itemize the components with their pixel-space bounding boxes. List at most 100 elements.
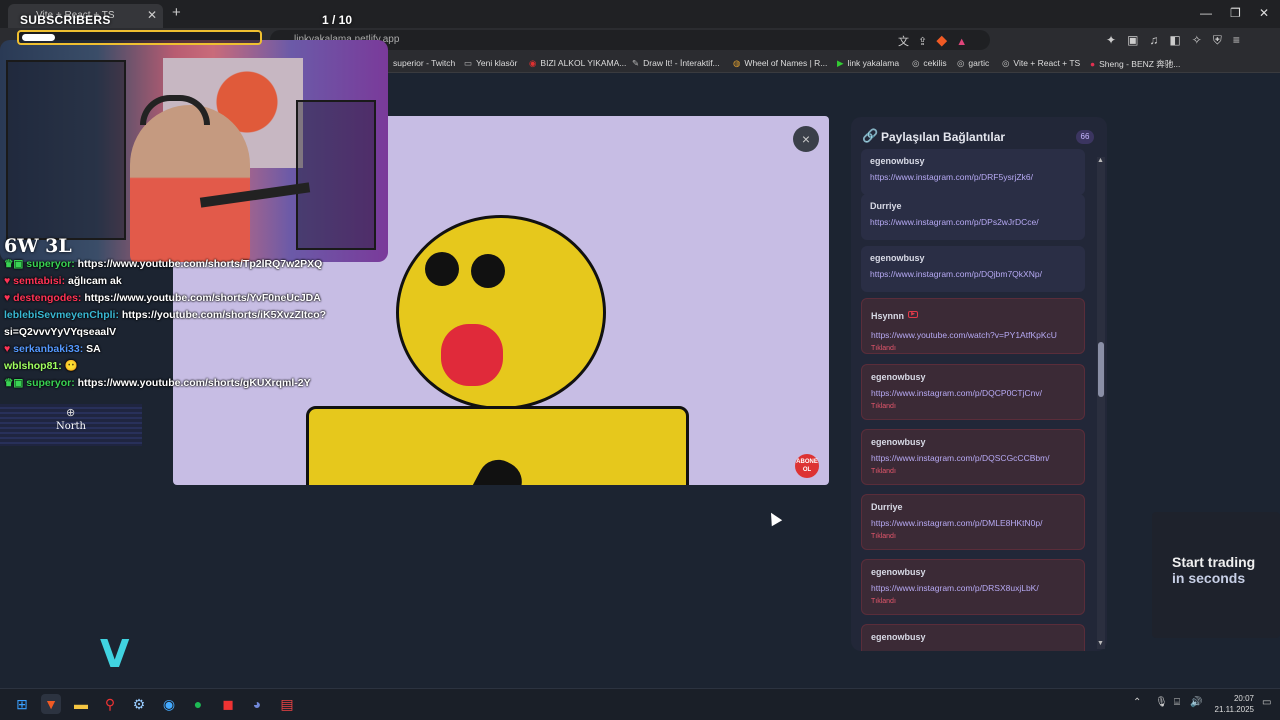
wallet-icon[interactable]: ▣ (1127, 33, 1149, 47)
vpn-icon[interactable]: ⛨ (1213, 33, 1233, 47)
shared-link-user: egenowbusy (871, 437, 926, 447)
shared-link-url[interactable]: https://www.instagram.com/p/DQSCGcCCBbm/ (871, 453, 1084, 463)
ad-line-2: in seconds (1172, 570, 1246, 586)
chat-message: ♥ destengodes: https://www.youtube.com/s… (4, 292, 321, 304)
windows-start-icon[interactable]: ⊞ (12, 694, 32, 714)
bookmark-item[interactable]: ● Sheng - BENZ 奔驰... (1090, 58, 1180, 70)
shared-link-item[interactable]: egenowbusy https://www.instagram.com/p/DR… (861, 559, 1085, 615)
bookmark-icon: ✎ (632, 58, 640, 68)
clicked-status-label: Tıklandı (871, 345, 896, 352)
shared-link-item[interactable]: egenowbusy https://www.instagram.com/p/DQ… (861, 364, 1085, 420)
microphone-icon[interactable]: 🎙 (1155, 697, 1168, 708)
mouse-cursor-icon (765, 509, 783, 527)
bookmark-item[interactable]: ◍ Wheel of Names | R... (733, 58, 827, 69)
shared-link-user: egenowbusy (871, 372, 926, 382)
cartoon-mouth (441, 324, 503, 386)
shared-link-url[interactable]: https://www.instagram.com/p/DPs2wJrDCce/ (870, 217, 1085, 227)
brave-shield-icon[interactable]: ◆ (936, 36, 956, 48)
ad-line-1: Start trading (1172, 554, 1256, 570)
share-icon[interactable]: ⇪ (918, 36, 936, 48)
shared-link-url[interactable]: https://www.instagram.com/p/DRSX8uxjLbK/ (871, 583, 1084, 593)
bookmark-item[interactable]: ◉ BIZI ALKOL YIKAMA... (529, 58, 626, 69)
shared-link-url[interactable]: https://www.youtube.com/watch?v=PY1AtfKp… (871, 330, 1084, 340)
scroll-up-icon[interactable]: ▲ (1097, 157, 1104, 164)
webcam-shelf (296, 100, 376, 250)
shared-link-item[interactable]: egenowbusy https://www.instagram.com/p/DQ… (861, 246, 1085, 292)
bookmark-item[interactable]: ◎ cekilis (912, 58, 947, 69)
v-logo-icon: V (100, 632, 130, 676)
panel-scrollbar[interactable] (1097, 157, 1105, 649)
close-video-button[interactable]: × (793, 126, 819, 152)
window-close-icon[interactable]: ✕ (1259, 6, 1269, 20)
chat-badge-icon: ♥ (4, 275, 14, 287)
shared-link-url[interactable]: https://www.instagram.com/p/DQCP0CTjCnv/ (871, 388, 1084, 398)
brave-browser-icon[interactable]: ▼ (41, 694, 61, 714)
file-explorer-icon[interactable]: ▬ (71, 694, 91, 714)
tray-chevron-icon[interactable]: ⌃ (1133, 697, 1141, 708)
discord-icon[interactable]: ◕ (247, 694, 267, 714)
bookmark-item[interactable]: ▶ link yakalama (837, 58, 899, 69)
shared-link-url[interactable]: https://www.instagram.com/p/DQjbm7QkXNp/ (870, 269, 1085, 279)
tab-close-icon[interactable]: ✕ (147, 8, 157, 22)
ad-banner[interactable]: Start trading in seconds (1152, 512, 1280, 638)
youtube-icon: ▶ (908, 311, 919, 319)
shared-link-item[interactable]: Durriye https://www.instagram.com/p/DPs2w… (861, 194, 1085, 240)
translate-icon[interactable]: 文 (898, 36, 918, 48)
shared-link-item[interactable]: egenowbusy https://www.instagram.com/p/DR… (861, 149, 1085, 195)
shared-links-panel: 🔗 Paylaşılan Bağlantılar 66 egenowbusy ht… (851, 117, 1107, 651)
bookmark-item[interactable]: superior - Twitch (393, 58, 455, 68)
folder-icon: ▭ (464, 58, 473, 68)
bookmark-item[interactable]: ▭ Yeni klasör (464, 58, 517, 69)
clicked-status-label: Tıklandı (871, 403, 896, 410)
cartoon-arm (457, 452, 529, 485)
scroll-down-icon[interactable]: ▼ (1097, 640, 1104, 647)
network-icon[interactable]: ⌸ (1174, 697, 1180, 708)
brave-rewards-icon[interactable]: ▲ (956, 36, 976, 48)
bookmark-icon: ◎ (1002, 58, 1010, 68)
minimize-icon[interactable]: — (1200, 6, 1212, 20)
shared-link-url[interactable]: https://www.instagram.com/p/DRF5ysrjZk6/ (870, 172, 1085, 182)
bookmark-icon: ◉ (529, 58, 537, 68)
restore-icon[interactable]: ❐ (1230, 6, 1241, 20)
browser-tabbar: Vite + React + TS ✕ + — ❐ ✕ (0, 0, 1280, 28)
menu-icon[interactable]: ≡ (1233, 33, 1251, 47)
leo-icon[interactable]: ✧ (1192, 33, 1213, 47)
steam-icon[interactable]: ⚙ (129, 694, 149, 714)
shared-link-item[interactable]: Durriye https://www.instagram.com/p/DMLE8… (861, 494, 1085, 550)
clicked-status-label: Tıklandı (871, 468, 896, 475)
subscribe-badge[interactable]: ABONE OL (795, 454, 819, 478)
subscriber-goal-fill (22, 34, 55, 41)
shared-link-item[interactable]: Hsynnn ▶ https://www.youtube.com/watch?v=P… (861, 298, 1085, 354)
shared-link-item[interactable]: egenowbusy (861, 624, 1085, 651)
bookmark-item[interactable]: ◎ gartic (957, 58, 989, 69)
bookmark-item[interactable]: ✎ Draw It! - İnteraktif... (632, 58, 720, 69)
address-bar-icons[interactable]: 文⇪◆▲ (898, 33, 976, 49)
extension-icons[interactable]: ✦▣♫◧✧⛨≡ (1106, 33, 1251, 48)
chat-badge-icon: ♛▣ (4, 377, 27, 389)
bookmark-item[interactable]: ◎ Vite + React + TS (1002, 58, 1080, 69)
volume-icon[interactable]: 🔊 (1190, 697, 1202, 708)
maps-pin-icon[interactable]: ⚲ (100, 694, 120, 714)
shared-link-user: Hsynnn (871, 311, 905, 321)
chat-badge-icon: ♥ (4, 292, 14, 304)
stream-app-icon[interactable]: ▤ (277, 694, 297, 714)
music-icon[interactable]: ♫ (1149, 33, 1169, 47)
sidebar-icon[interactable]: ◧ (1169, 33, 1191, 47)
panel-title: Paylaşılan Bağlantılar (881, 130, 1006, 144)
spotify-icon[interactable]: ● (188, 694, 208, 714)
shared-link-url[interactable]: https://www.instagram.com/p/DMLE8HKtN0p/ (871, 518, 1084, 528)
bookmark-icon: ◎ (912, 58, 920, 68)
link-count-badge: 66 (1076, 130, 1094, 144)
extensions-icon[interactable]: ✦ (1106, 33, 1127, 47)
panel-scroll-thumb[interactable] (1098, 342, 1104, 397)
recorder-icon[interactable]: ◼ (218, 694, 238, 714)
shared-link-item[interactable]: egenowbusy https://www.instagram.com/p/DQ… (861, 429, 1085, 485)
bookmark-icon: ◍ (733, 58, 741, 68)
taskbar-clock[interactable]: 20:07 21.11.2025 (1212, 693, 1254, 715)
chat-overlay: ♛▣ superyor: https://www.youtube.com/sho… (4, 256, 364, 392)
win-loss-score: 6W 3L (4, 235, 72, 257)
app-icon[interactable]: ◉ (159, 694, 179, 714)
notification-icon[interactable]: ▭ (1262, 697, 1271, 708)
bookmark-icon: ● (1090, 59, 1096, 69)
new-tab-button[interactable]: + (172, 4, 181, 21)
